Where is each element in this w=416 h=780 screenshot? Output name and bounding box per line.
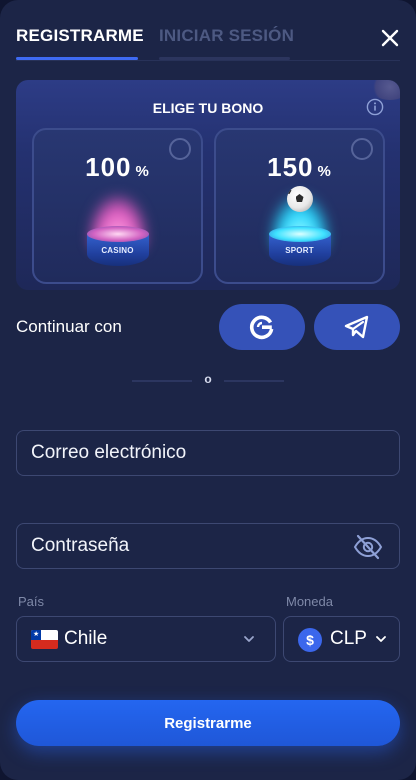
registration-modal: REGISTRARME INICIAR SESIÓN ELIGE TU BONO… bbox=[0, 0, 416, 780]
password-field[interactable] bbox=[16, 523, 400, 569]
chevron-down-icon bbox=[376, 636, 386, 642]
sport-pedestal-illustration: SPORT bbox=[216, 186, 383, 282]
info-button[interactable] bbox=[366, 98, 384, 116]
close-icon bbox=[381, 29, 399, 47]
bonus-percent-sign: % bbox=[135, 163, 150, 180]
google-icon bbox=[249, 315, 274, 340]
tab-login[interactable]: INICIAR SESIÓN bbox=[159, 26, 294, 46]
auth-tabs: REGISTRARME INICIAR SESIÓN bbox=[16, 26, 356, 60]
soccer-ball-icon bbox=[286, 186, 313, 212]
chile-flag-icon: ★ bbox=[31, 630, 58, 649]
telegram-login-button[interactable] bbox=[314, 304, 400, 350]
country-select[interactable]: ★ Chile bbox=[16, 616, 276, 662]
tab-register[interactable]: REGISTRARME bbox=[16, 26, 144, 46]
currency-label: Moneda bbox=[286, 594, 333, 609]
eye-off-icon bbox=[353, 534, 383, 560]
info-icon bbox=[366, 98, 384, 116]
password-input[interactable] bbox=[31, 524, 351, 568]
header-divider bbox=[16, 60, 400, 61]
telegram-icon bbox=[344, 315, 369, 339]
currency-select[interactable]: $ CLP bbox=[283, 616, 400, 662]
country-label: País bbox=[18, 594, 45, 609]
bonus-card-sport[interactable]: 150% SPORT bbox=[214, 128, 385, 284]
casino-pedestal-top bbox=[86, 226, 149, 242]
bonus-percent-value: 100 bbox=[85, 152, 132, 182]
sport-pedestal-top bbox=[268, 226, 331, 242]
bonus-panel: ELIGE TU BONO 100% CASINO 150% SPORT bbox=[16, 80, 400, 290]
separator-line-right bbox=[224, 380, 284, 382]
currency-coin-icon: $ bbox=[298, 628, 322, 652]
bonus-percent-sport: 150% bbox=[216, 152, 383, 183]
toggle-password-visibility[interactable] bbox=[353, 534, 383, 560]
bonus-card-casino[interactable]: 100% CASINO bbox=[32, 128, 203, 284]
close-button[interactable] bbox=[380, 28, 400, 48]
email-input[interactable] bbox=[31, 431, 351, 475]
bonus-title: ELIGE TU BONO bbox=[152, 100, 264, 116]
continue-with-label: Continuar con bbox=[16, 317, 122, 336]
bonus-percent-sign: % bbox=[317, 163, 332, 180]
bonus-percent-value: 150 bbox=[267, 152, 314, 182]
bonus-percent-casino: 100% bbox=[34, 152, 201, 183]
chevron-down-icon bbox=[244, 636, 254, 642]
register-submit-button[interactable]: Registrarme bbox=[16, 700, 400, 746]
country-value: Chile bbox=[64, 628, 108, 649]
currency-value: CLP bbox=[330, 628, 367, 649]
email-field[interactable] bbox=[16, 430, 400, 476]
google-login-button[interactable] bbox=[219, 304, 305, 350]
casino-pedestal-illustration: CASINO bbox=[34, 186, 201, 282]
separator-text: o bbox=[204, 372, 212, 386]
or-separator: o bbox=[0, 372, 416, 388]
